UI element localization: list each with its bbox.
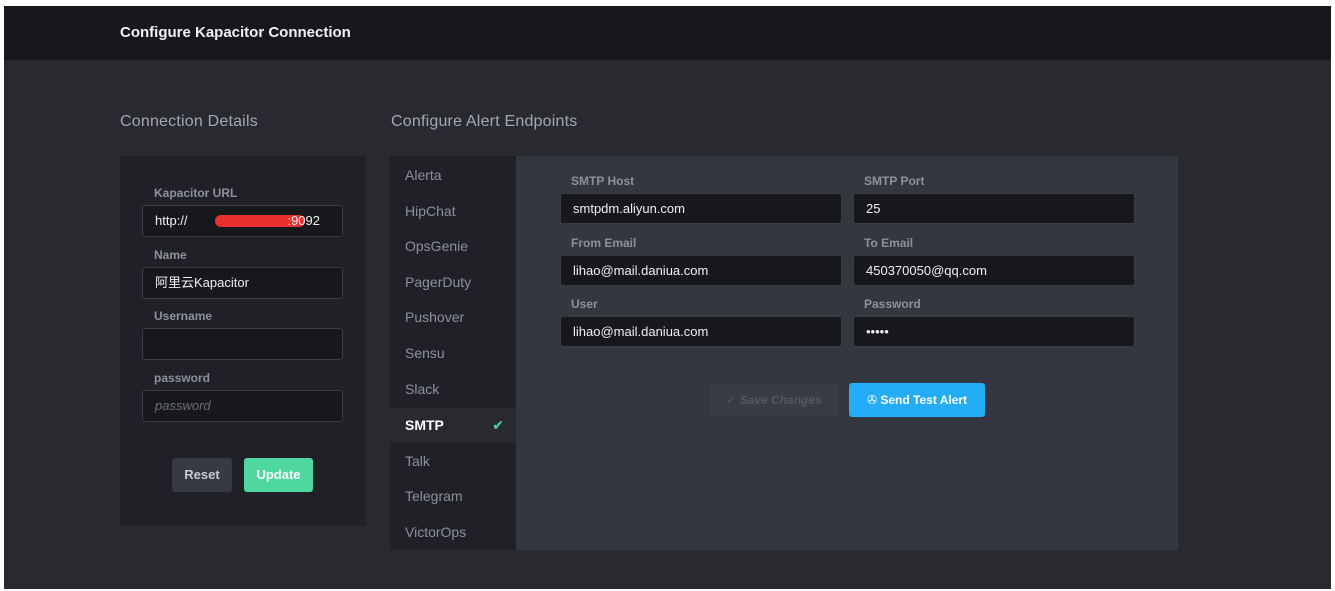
smtp-port-label: SMTP Port	[864, 174, 925, 188]
smtp-config-panel: SMTP Host smtpdm.aliyun.com SMTP Port 25…	[516, 156, 1178, 550]
kapacitor-url-label: Kapacitor URL	[154, 186, 238, 200]
endpoint-label: Telegram	[405, 488, 463, 504]
endpoint-slack[interactable]: Slack	[390, 372, 516, 406]
to-email-input[interactable]: 450370050@qq.com	[853, 255, 1135, 286]
endpoint-smtp[interactable]: SMTP ✔	[390, 408, 516, 442]
page-header: Configure Kapacitor Connection	[4, 6, 1331, 60]
alert-endpoints-list: Alerta HipChat OpsGenie PagerDuty Pushov…	[390, 156, 516, 550]
endpoint-alerta[interactable]: Alerta	[390, 158, 516, 192]
kapacitor-config-page: Configure Kapacitor Connection Connectio…	[4, 6, 1331, 589]
endpoint-pagerduty[interactable]: PagerDuty	[390, 265, 516, 299]
url-prefix: http://	[155, 213, 188, 228]
save-changes-button[interactable]: ✓ Save Changes	[710, 383, 838, 417]
kapacitor-url-input[interactable]: http:// :9092	[142, 205, 343, 237]
to-email-label: To Email	[864, 236, 914, 250]
name-input[interactable]: 阿里云Kapacitor	[142, 267, 343, 299]
endpoint-label: HipChat	[405, 203, 456, 219]
send-test-alert-button[interactable]: ✇ Send Test Alert	[849, 383, 985, 417]
username-input[interactable]	[142, 328, 343, 360]
endpoint-opsgenie[interactable]: OpsGenie	[390, 229, 516, 263]
endpoint-label: Talk	[405, 453, 430, 469]
endpoint-victorops[interactable]: VictorOps	[390, 515, 516, 549]
from-email-label: From Email	[571, 236, 637, 250]
page-title: Configure Kapacitor Connection	[120, 24, 351, 41]
check-icon: ✔	[492, 417, 504, 433]
from-email-input[interactable]: lihao@mail.daniua.com	[560, 255, 842, 286]
url-suffix: :9092	[287, 213, 320, 228]
smtp-password-input[interactable]: •••••	[853, 316, 1135, 347]
endpoint-label: SMTP	[405, 417, 444, 433]
endpoint-label: Sensu	[405, 345, 445, 361]
password-label: password	[154, 371, 211, 385]
user-input[interactable]: lihao@mail.daniua.com	[560, 316, 842, 347]
endpoint-label: Pushover	[405, 309, 465, 325]
endpoint-label: VictorOps	[405, 524, 467, 540]
smtp-host-input[interactable]: smtpdm.aliyun.com	[560, 193, 842, 224]
password-input[interactable]: password	[142, 390, 343, 422]
smtp-password-label: Password	[864, 297, 921, 311]
endpoint-label: Alerta	[405, 167, 442, 183]
endpoint-hipchat[interactable]: HipChat	[390, 194, 516, 228]
endpoint-talk[interactable]: Talk	[390, 444, 516, 478]
update-button[interactable]: Update	[244, 458, 313, 492]
smtp-port-input[interactable]: 25	[853, 193, 1135, 224]
endpoint-label: OpsGenie	[405, 238, 469, 254]
user-label: User	[571, 297, 598, 311]
username-label: Username	[154, 309, 213, 323]
send-test-alert-label: Send Test Alert	[880, 393, 968, 407]
endpoint-label: PagerDuty	[405, 274, 472, 290]
name-label: Name	[154, 248, 187, 262]
smtp-host-label: SMTP Host	[571, 174, 635, 188]
connection-details-panel: Kapacitor URL http:// :9092 Name 阿里云Kapa…	[120, 156, 366, 526]
alert-icon: ✇	[866, 393, 878, 407]
reset-button[interactable]: Reset	[172, 458, 232, 492]
endpoint-sensu[interactable]: Sensu	[390, 336, 516, 370]
connection-details-title: Connection Details	[120, 113, 258, 130]
endpoint-label: Slack	[405, 381, 440, 397]
endpoint-pushover[interactable]: Pushover	[390, 300, 516, 334]
endpoint-telegram[interactable]: Telegram	[390, 479, 516, 513]
alert-endpoints-title: Configure Alert Endpoints	[391, 113, 578, 130]
